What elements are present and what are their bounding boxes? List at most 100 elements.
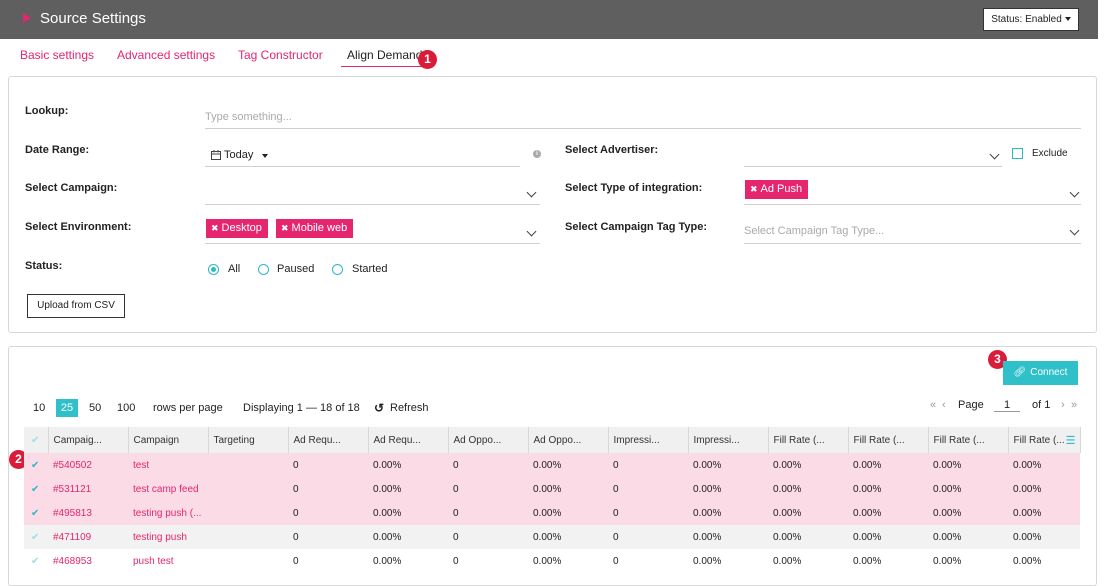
tag-type-select[interactable]: Select Campaign Tag Type... [744,224,1081,244]
campaign-label: Select Campaign: [25,182,118,194]
integration-label: Select Type of integration: [565,182,703,194]
connect-button[interactable]: 🔗︎ Connect [1003,361,1078,385]
chevron-down-icon [989,149,1000,160]
cell-value: 0 [288,549,368,573]
first-page-icon[interactable]: « [930,399,936,411]
tab-bar: Basic settings Advanced settings Tag Con… [0,48,1098,68]
cell-campaign-name[interactable]: push test [128,549,208,573]
integration-chip[interactable]: ✖ Ad Push [745,180,809,199]
status-radio-started[interactable] [332,264,343,275]
campaigns-table: ✔ Campaig... Campaign Targeting Ad Requ.… [24,427,1081,573]
status-dropdown-button[interactable]: Status: Enabled [983,8,1079,31]
status-radio-all[interactable] [208,264,219,275]
page-size-25[interactable]: 25 [56,399,78,417]
cell-campaign-name[interactable]: test camp feed [128,477,208,501]
cell-campaign-name[interactable]: test [128,453,208,477]
tab-tag-constructor[interactable]: Tag Constructor [238,48,323,62]
info-icon[interactable]: i [533,150,541,158]
cell-campaign-id[interactable]: #471109 [48,525,128,549]
cell-campaign-id[interactable]: #531121 [48,477,128,501]
column-header[interactable]: Targeting [208,427,289,453]
status-option-paused: Paused [277,263,315,275]
refresh-label[interactable]: Refresh [390,402,429,414]
campaign-select[interactable] [205,185,540,205]
environment-chip-label: Mobile web [291,222,348,234]
column-header[interactable]: Fill Rate (... [848,427,929,453]
tab-align-demand[interactable]: Align Demand [341,48,429,67]
row-checkbox[interactable]: ✔ [24,525,48,549]
date-range-select[interactable]: Today [205,147,520,167]
column-header[interactable]: Impressi... [608,427,689,453]
advertiser-select[interactable] [744,147,1002,167]
chevron-down-icon [1069,187,1080,198]
advertiser-label: Select Advertiser: [565,144,659,156]
caret-down-icon [1064,17,1071,21]
refresh-icon[interactable]: ↺ [374,401,384,415]
environment-label: Select Environment: [25,221,132,233]
column-header[interactable]: Ad Oppo... [528,427,609,453]
prev-page-icon[interactable]: ‹ [942,399,946,411]
upload-csv-button[interactable]: Upload from CSV [27,294,125,318]
row-checkbox[interactable]: ✔ [24,453,48,477]
column-header[interactable]: Ad Requ... [368,427,449,453]
column-header[interactable]: Ad Requ... [288,427,369,453]
column-header[interactable]: Impressi... [688,427,769,453]
page-size-100[interactable]: 100 [117,402,135,414]
table-row[interactable]: ✔ #495813 testing push (... 0 0.00% 0 0.… [24,501,1080,525]
cell-campaign-id[interactable]: #468953 [48,549,128,573]
table-row[interactable]: ✔ #531121 test camp feed 0 0.00% 0 0.00%… [24,477,1080,501]
column-header[interactable]: Campaig... [48,427,129,453]
table-row[interactable]: ✔ #471109 testing push 0 0.00% 0 0.00% 0… [24,525,1080,549]
page-input[interactable]: 1 [994,399,1020,412]
cell-targeting [208,549,288,573]
row-checkbox[interactable]: ✔ [24,549,48,573]
column-header[interactable]: Campaign [128,427,209,453]
close-icon[interactable]: ✖ [750,184,758,194]
column-header[interactable]: Fill Rate (... [768,427,849,453]
integration-chip-label: Ad Push [760,183,803,195]
top-bar: Source Settings Status: Enabled [0,0,1098,39]
status-radio-paused[interactable] [258,264,269,275]
rows-per-page-label: rows per page [153,402,223,414]
column-settings-icon[interactable]: ☰ [1066,434,1076,447]
cell-value: 0.00% [848,477,928,501]
cell-campaign-id[interactable]: #495813 [48,501,128,525]
cell-targeting [208,477,288,501]
close-icon[interactable]: ✖ [281,223,289,233]
tab-basic-settings[interactable]: Basic settings [20,48,94,62]
displaying-label: Displaying 1 — 18 of 18 [243,402,360,414]
environment-select[interactable]: ✖ Desktop ✖ Mobile web [205,219,540,244]
tab-advanced-settings[interactable]: Advanced settings [117,48,215,62]
page-size-50[interactable]: 50 [89,402,101,414]
column-header[interactable]: Fill Rate (... [928,427,1009,453]
cell-value: 0 [608,453,688,477]
integration-select[interactable]: ✖ Ad Push [744,180,1081,205]
check-icon: ✔ [31,459,40,471]
table-row[interactable]: ✔ #468953 push test 0 0.00% 0 0.00% 0 0.… [24,549,1080,573]
row-checkbox[interactable]: ✔ [24,477,48,501]
cell-campaign-name[interactable]: testing push (... [128,501,208,525]
cell-value: 0.00% [688,477,768,501]
table-row[interactable]: ✔ #540502 test 0 0.00% 0 0.00% 0 0.00% 0… [24,453,1080,477]
environment-chip-desktop[interactable]: ✖ Desktop [206,219,268,238]
close-icon[interactable]: ✖ [211,223,219,233]
row-checkbox[interactable]: ✔ [24,501,48,525]
page-size-10[interactable]: 10 [33,402,45,414]
column-header[interactable]: Fill Rate (... ☰ [1008,427,1081,453]
exclude-checkbox[interactable] [1012,148,1023,159]
cell-value: 0.00% [688,501,768,525]
cell-campaign-name[interactable]: testing push [128,525,208,549]
lookup-input[interactable]: Type something... [205,109,1081,129]
cell-value: 0.00% [1008,549,1080,573]
cell-targeting [208,501,288,525]
cell-value: 0.00% [848,525,928,549]
column-header[interactable]: Ad Oppo... [448,427,529,453]
next-page-icon[interactable]: › [1061,399,1065,411]
cell-value: 0 [288,477,368,501]
cell-value: 0.00% [928,501,1008,525]
select-all-checkbox[interactable]: ✔ [24,427,49,453]
environment-chip-mobile-web[interactable]: ✖ Mobile web [276,219,354,238]
last-page-icon[interactable]: » [1071,399,1077,411]
cell-campaign-id[interactable]: #540502 [48,453,128,477]
cell-targeting [208,453,288,477]
